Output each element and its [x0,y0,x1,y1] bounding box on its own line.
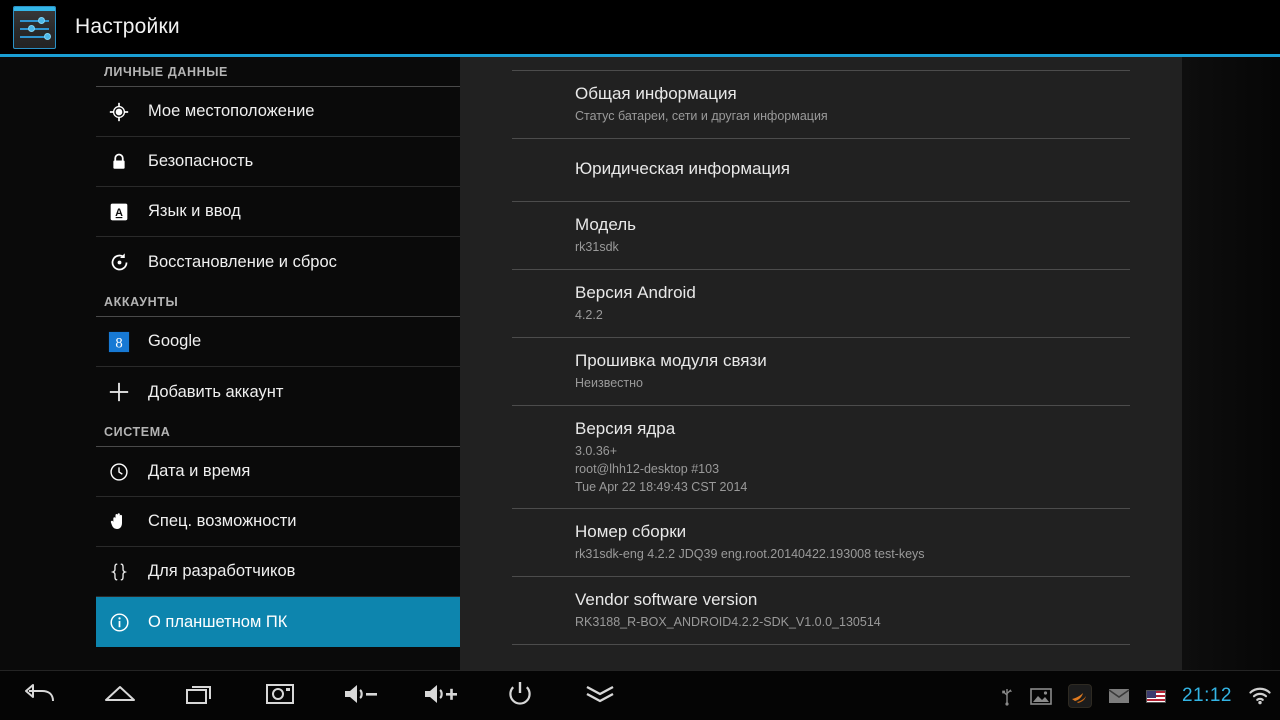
row-subtitle: 4.2.2 [575,308,603,322]
google-icon: 8 [104,329,134,355]
back-icon [23,681,57,712]
location-crosshair-icon [104,99,134,125]
power-icon [506,680,534,713]
panel-row-vendor-software-version: Vendor software version RK3188_R-BOX_AND… [512,577,1130,645]
mail-icon [1108,688,1130,704]
page-title: Настройки [75,15,180,38]
volume-up-button[interactable] [400,671,480,720]
wifi-icon [1248,687,1272,705]
collapse-button[interactable] [560,671,640,720]
panel-edge-shadow [1182,57,1280,670]
sidebar-item-date-time[interactable]: Дата и время [96,447,460,497]
lock-icon [104,149,134,175]
system-navigation-bar[interactable]: 21:12 [0,670,1280,720]
row-title: Vendor software version [575,590,758,609]
sidebar-item-security[interactable]: Безопасность [96,137,460,187]
sidebar-item-label: Спец. возможности [148,512,297,530]
settings-sliders-icon [13,5,56,49]
backup-reset-icon [104,249,134,275]
section-header-personal: ЛИЧНЫЕ ДАННЫЕ [96,57,460,87]
sidebar-item-google[interactable]: 8 Google [96,317,460,367]
panel-row-model: Модель rk31sdk [512,202,1130,270]
sidebar-item-label: Мое местоположение [148,102,315,120]
info-circle-icon [104,609,134,635]
sidebar-item-label: Безопасность [148,152,254,170]
status-clock: 21:12 [1181,685,1232,706]
recents-button[interactable] [160,671,240,720]
row-title: Номер сборки [575,522,687,541]
sidebar-item-label: Дата и время [148,462,251,480]
row-title: Модель [575,215,637,234]
plus-icon [104,379,134,405]
section-header-system: СИСТЕМА [96,417,460,447]
us-flag-icon [1145,689,1166,703]
sidebar-item-backup-reset[interactable]: Восстановление и сброс [96,237,460,287]
sidebar-item-add-account[interactable]: Добавить аккаунт [96,367,460,417]
orange-wing-app-icon[interactable] [1067,684,1092,708]
image-icon [1030,687,1052,705]
row-title: Прошивка модуля связи [575,351,767,370]
row-subtitle: rk31sdk-eng 4.2.2 JDQ39 eng.root.2014042… [575,547,925,561]
sidebar-item-label: О планшетном ПК [148,612,288,631]
sidebar-item-developer-options[interactable]: Для разработчиков [96,547,460,597]
recents-icon [184,682,216,711]
settings-screen: Настройки ЛИЧНЫЕ ДАННЫЕ Мое местоположен… [0,0,1280,720]
hand-icon [104,509,134,535]
content-area: ЛИЧНЫЕ ДАННЫЕ Мое местоположение Безопас… [0,57,1280,670]
row-title: Общая информация [575,84,737,103]
volume-down-icon [341,682,379,711]
sidebar-item-about-tablet[interactable]: О планшетном ПК [96,597,460,647]
sidebar-item-label: Добавить аккаунт [148,382,284,401]
row-subtitle-2: root@lhh12-desktop #103 [575,462,720,476]
home-button[interactable] [80,671,160,720]
panel-row-kernel-version: Версия ядра 3.0.36+ root@lhh12-desktop #… [512,406,1130,509]
about-tablet-panel[interactable]: Общая информация Статус батареи, сети и … [460,57,1182,670]
volume-up-icon [421,682,459,711]
row-title: Юридическая информация [575,159,790,178]
svg-text:A: A [115,206,123,218]
row-subtitle: RK3188_R-BOX_ANDROID4.2.2-SDK_V1.0.0_130… [575,615,881,629]
row-subtitle: 3.0.36+ [575,444,618,458]
sidebar-item-accessibility[interactable]: Спец. возможности [96,497,460,547]
row-title: Версия Android [575,283,696,302]
sidebar-item-label: Восстановление и сброс [148,252,337,271]
panel-row-baseband-version: Прошивка модуля связи Неизвестно [512,338,1130,406]
settings-sidebar[interactable]: ЛИЧНЫЕ ДАННЫЕ Мое местоположение Безопас… [0,57,460,670]
power-button[interactable] [480,671,560,720]
svg-text:8: 8 [115,335,122,351]
home-icon [103,682,137,711]
row-subtitle: rk31sdk [575,240,619,254]
clock-icon [104,459,134,485]
title-bar: Настройки [0,0,1280,54]
row-title: Версия ядра [575,419,676,438]
language-letter-a-icon: A [104,199,134,225]
collapse-icon [583,682,617,711]
volume-down-button[interactable] [320,671,400,720]
row-subtitle: Статус батареи, сети и другая информация [575,109,828,123]
sidebar-item-label: Google [148,332,202,350]
usb-icon [1000,686,1014,706]
sidebar-item-label: Язык и ввод [148,202,241,220]
screenshot-icon [265,682,295,711]
sidebar-item-language-input[interactable]: A Язык и ввод [96,187,460,237]
braces-icon [104,559,134,585]
section-header-accounts: АККАУНТЫ [96,287,460,317]
panel-row-build-number: Номер сборки rk31sdk-eng 4.2.2 JDQ39 eng… [512,509,1130,577]
status-tray[interactable]: 21:12 [1000,671,1272,720]
row-subtitle: Неизвестно [575,376,643,390]
sidebar-item-label: Для разработчиков [148,562,296,580]
sidebar-item-my-location[interactable]: Мое местоположение [96,87,460,137]
row-subtitle-3: Tue Apr 22 18:49:43 CST 2014 [575,480,748,494]
back-button[interactable] [0,671,80,720]
panel-row-legal[interactable]: Юридическая информация [512,139,1130,202]
panel-row-status[interactable]: Общая информация Статус батареи, сети и … [512,71,1130,139]
panel-row-android-version: Версия Android 4.2.2 [512,270,1130,338]
screenshot-button[interactable] [240,671,320,720]
nav-buttons [0,671,640,720]
panel-scroll-stub [512,57,1130,71]
